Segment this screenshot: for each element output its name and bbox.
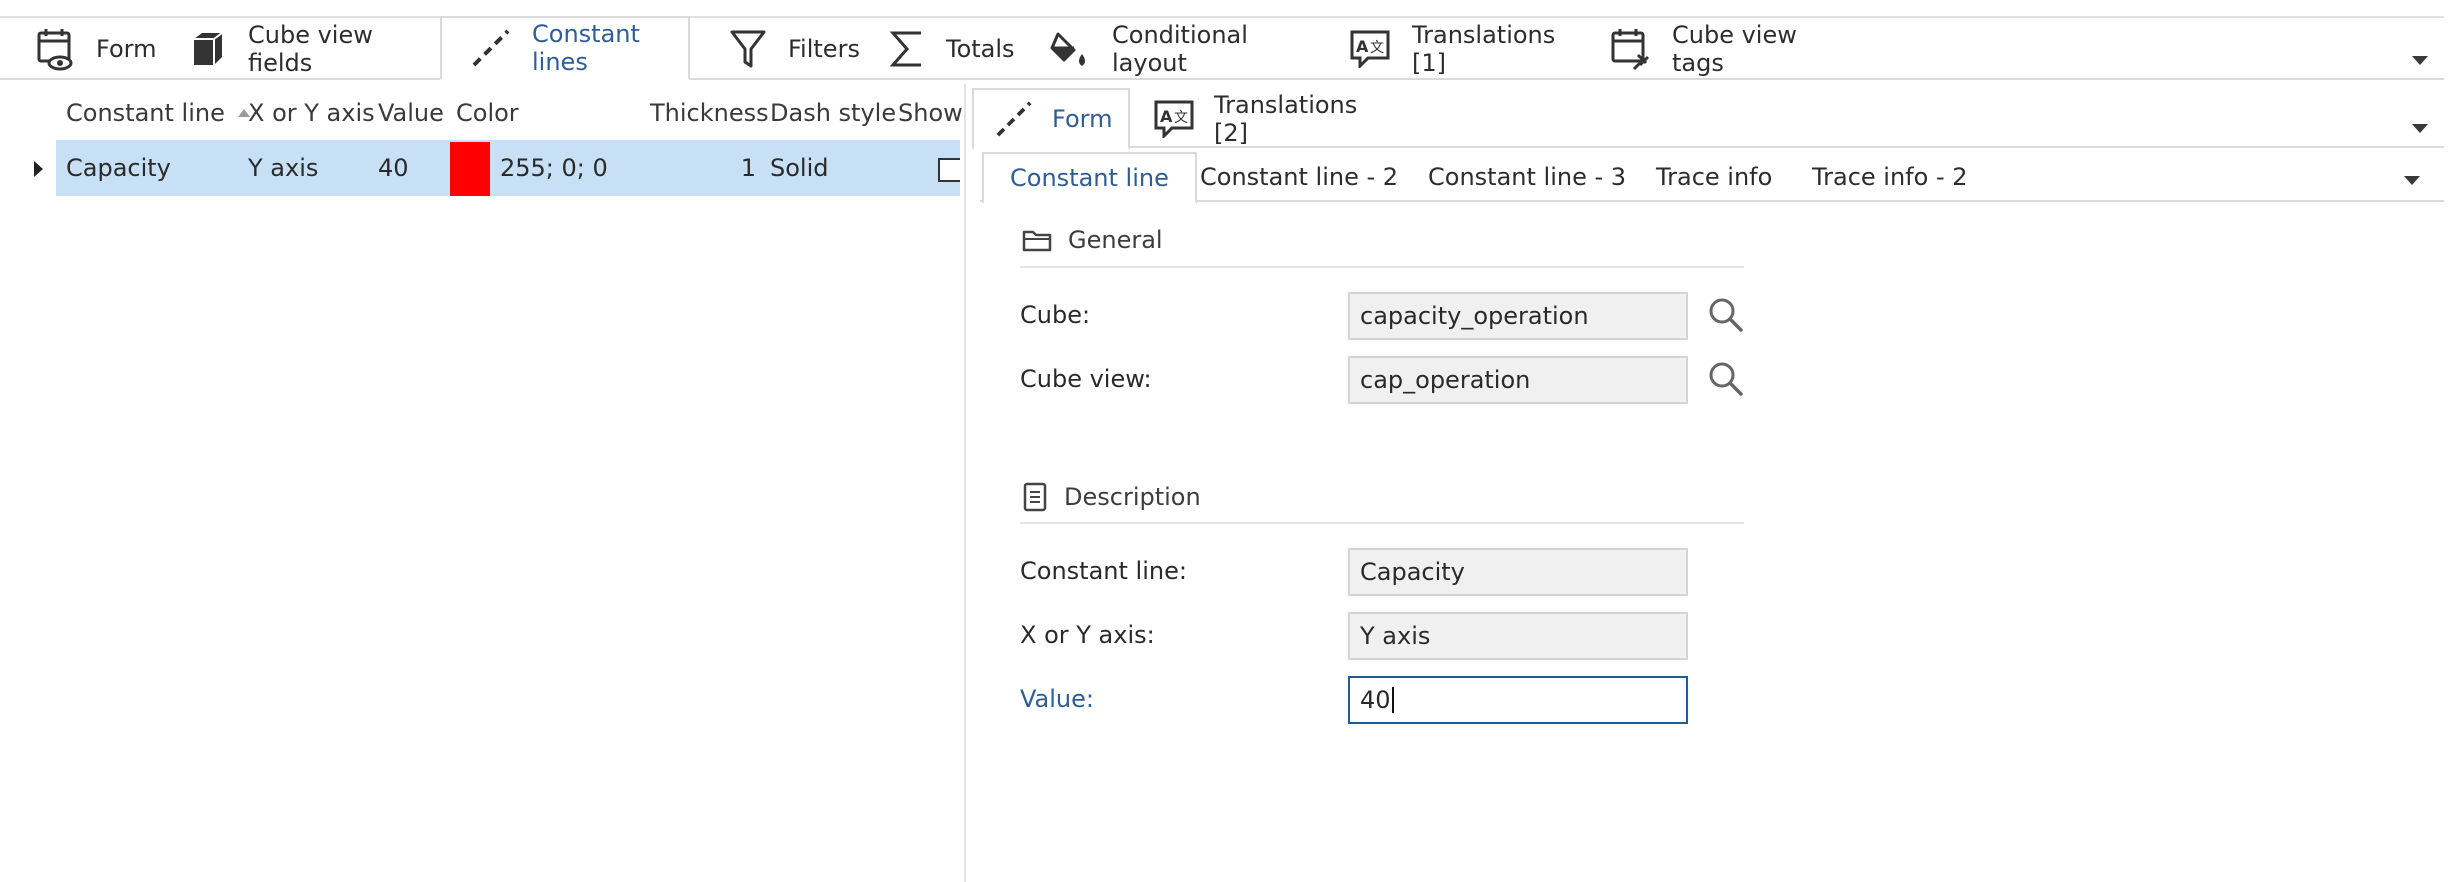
tab-detail-translations[interactable]: A文 Translations [2] xyxy=(1132,88,1392,150)
svg-text:文: 文 xyxy=(1370,40,1384,56)
column-header-dash-style[interactable]: Dash style xyxy=(770,92,896,134)
cell-dash-style[interactable]: Solid xyxy=(770,140,829,196)
cube-view-label: Cube view: xyxy=(1020,365,1152,393)
tab-translations[interactable]: A文 Translations [1] xyxy=(1320,18,1570,80)
show-checkbox[interactable] xyxy=(938,158,960,182)
funnel-icon xyxy=(730,29,766,69)
tabs-overflow-chevron-icon[interactable] xyxy=(2412,56,2428,65)
axis-field[interactable]: Y axis xyxy=(1348,612,1688,660)
detail-tab-bar: Form A文 Translations [2] xyxy=(972,84,2444,150)
axis-label: X or Y axis: xyxy=(1020,621,1155,649)
svg-text:文: 文 xyxy=(1174,110,1188,126)
constant-line-label: Constant line: xyxy=(1020,557,1187,585)
row-expand-icon[interactable] xyxy=(32,160,44,178)
tab-detail-form[interactable]: Form xyxy=(972,88,1130,150)
value-label: Value: xyxy=(1020,685,1094,713)
column-header-constant-line[interactable]: Constant line xyxy=(66,92,251,134)
subtabs-overflow-chevron-icon[interactable] xyxy=(2404,176,2420,185)
text-caret xyxy=(1391,687,1394,713)
cube-field[interactable]: capacity_operation xyxy=(1348,292,1688,340)
calendar-eye-icon xyxy=(36,27,74,71)
cube-search-icon[interactable] xyxy=(1708,297,1744,333)
calendar-pin-icon xyxy=(1610,27,1650,71)
column-header-show[interactable]: Show xyxy=(898,92,963,134)
description-divider xyxy=(1020,522,1744,524)
translate-icon: A文 xyxy=(1154,100,1194,138)
subtab-trace-info-2[interactable]: Trace info - 2 xyxy=(1812,152,1968,202)
subtab-constant-line-2[interactable]: Constant line - 2 xyxy=(1200,152,1398,202)
general-divider xyxy=(1020,266,1744,268)
tab-cube-view-fields[interactable]: Cube view fields xyxy=(160,18,430,80)
column-header-color[interactable]: Color xyxy=(456,92,519,134)
tab-constant-lines[interactable]: Constant lines xyxy=(440,16,690,80)
tab-conditional-layout[interactable]: Conditional layout xyxy=(1020,18,1310,80)
tab-form[interactable]: Form xyxy=(6,18,156,80)
dashed-line-icon xyxy=(996,101,1032,137)
folder-icon xyxy=(1022,228,1052,252)
sigma-icon xyxy=(890,30,924,68)
dashed-line-icon xyxy=(472,29,510,67)
constant-line-subtab-bar: Constant line Constant line - 2 Constant… xyxy=(980,152,2444,204)
column-header-thickness[interactable]: Thickness xyxy=(650,92,769,134)
tab-filters[interactable]: Filters xyxy=(700,18,860,80)
paint-bucket-icon xyxy=(1050,28,1090,70)
document-icon xyxy=(1022,482,1048,512)
color-swatch[interactable] xyxy=(450,142,490,196)
cube-icon xyxy=(190,31,226,67)
description-section-header: Description xyxy=(1022,482,1201,512)
subtab-constant-line-3[interactable]: Constant line - 3 xyxy=(1428,152,1626,202)
main-tab-bar: Form Cube view fields Constant lines Fil… xyxy=(0,16,2444,80)
tab-totals[interactable]: Totals xyxy=(860,18,1015,80)
detail-tabs-overflow-chevron-icon[interactable] xyxy=(2412,124,2428,133)
svg-text:A: A xyxy=(1160,107,1173,126)
general-section-header: General xyxy=(1022,226,1163,254)
cube-label: Cube: xyxy=(1020,301,1091,329)
subtab-trace-info[interactable]: Trace info xyxy=(1656,152,1772,202)
value-input[interactable]: 40 xyxy=(1348,676,1688,724)
translate-icon: A文 xyxy=(1350,30,1390,68)
cube-view-field[interactable]: cap_operation xyxy=(1348,356,1688,404)
cube-view-search-icon[interactable] xyxy=(1708,361,1744,397)
column-header-value[interactable]: Value xyxy=(378,92,444,134)
cell-color[interactable]: 255; 0; 0 xyxy=(500,140,608,196)
subtab-constant-line[interactable]: Constant line xyxy=(982,152,1197,204)
cell-constant-line[interactable]: Capacity xyxy=(66,140,171,196)
constant-line-field[interactable]: Capacity xyxy=(1348,548,1688,596)
tab-cube-view-tags[interactable]: Cube view tags xyxy=(1580,18,1840,80)
column-header-axis[interactable]: X or Y axis xyxy=(248,92,375,134)
cell-value[interactable]: 40 xyxy=(378,140,409,196)
svg-text:A: A xyxy=(1356,37,1369,56)
cell-axis[interactable]: Y axis xyxy=(248,140,318,196)
cell-thickness[interactable]: 1 xyxy=(650,140,756,196)
pane-splitter[interactable] xyxy=(964,84,966,882)
